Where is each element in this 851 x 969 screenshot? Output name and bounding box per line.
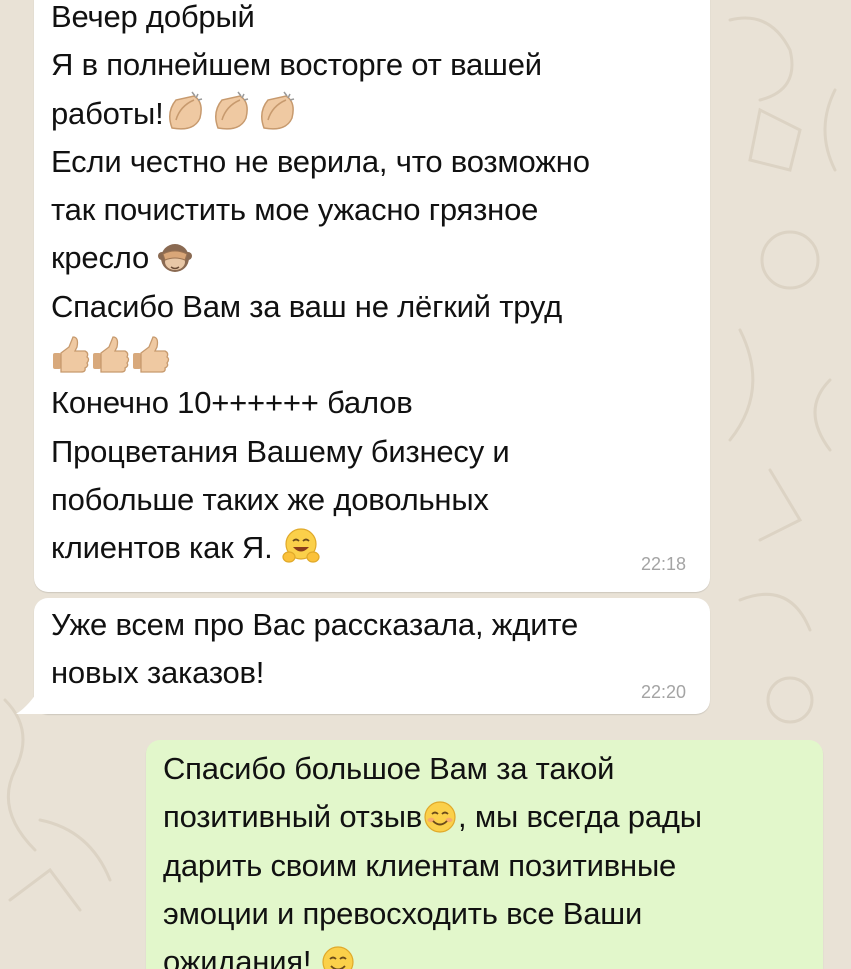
incoming-message-bubble: Уже всем про Вас рассказала, ждите новых… bbox=[34, 598, 710, 714]
message-timestamp: 22:18 bbox=[640, 554, 686, 574]
message-line: эмоции и превосходить все Ваши bbox=[163, 895, 643, 931]
message-line: Спасибо большое Вам за такой bbox=[163, 751, 615, 786]
message-line: Я в полнейшем восторге от вашей bbox=[51, 47, 542, 83]
message-line: Спасибо Вам за ваш не лёгкий труд bbox=[51, 288, 563, 324]
message-line: кресло bbox=[51, 240, 150, 276]
message-text: Спасибо большое Вам за такой позитивный … bbox=[163, 745, 702, 969]
message-line: Процветания Вашему бизнесу и bbox=[51, 433, 510, 469]
message-line: Конечно 10++++++ балов bbox=[51, 385, 413, 421]
message-text: Вечер добрый Я в полнейшем восторге от в… bbox=[51, 0, 590, 573]
thumbs-up-icon bbox=[51, 335, 173, 378]
message-line: побольше таких же довольных bbox=[51, 481, 489, 517]
see-no-evil-monkey-icon bbox=[157, 240, 193, 281]
hugging-face-icon bbox=[281, 526, 321, 571]
message-line: , мы всегда рады bbox=[458, 799, 702, 835]
bubble-tail bbox=[16, 690, 48, 714]
outgoing-message-bubble: Спасибо большое Вам за такой позитивный … bbox=[146, 740, 823, 969]
message-line: ожидания! bbox=[163, 944, 312, 969]
incoming-message-bubble: Вечер добрый Я в полнейшем восторге от в… bbox=[34, 0, 710, 592]
message-line: работы! bbox=[51, 95, 164, 131]
message-line: новых заказов! bbox=[51, 655, 265, 691]
message-text: Уже всем про Вас рассказала, ждите новых… bbox=[51, 601, 578, 698]
smiling-face-icon bbox=[320, 944, 356, 969]
clapping-hands-icon bbox=[164, 90, 302, 137]
message-line: Если честно не верила, что возможно bbox=[51, 143, 590, 179]
smiling-face-icon bbox=[422, 799, 458, 840]
message-line: Вечер добрый bbox=[51, 0, 255, 34]
message-line: так почистить мое ужасно грязное bbox=[51, 192, 539, 228]
message-line: Уже всем про Вас рассказала, ждите bbox=[51, 607, 579, 642]
message-line: дарить своим клиентам позитивные bbox=[163, 847, 677, 883]
message-line: позитивный отзыв bbox=[163, 799, 423, 835]
message-timestamp: 22:20 bbox=[640, 682, 686, 702]
message-line: клиентов как Я. bbox=[51, 530, 273, 566]
